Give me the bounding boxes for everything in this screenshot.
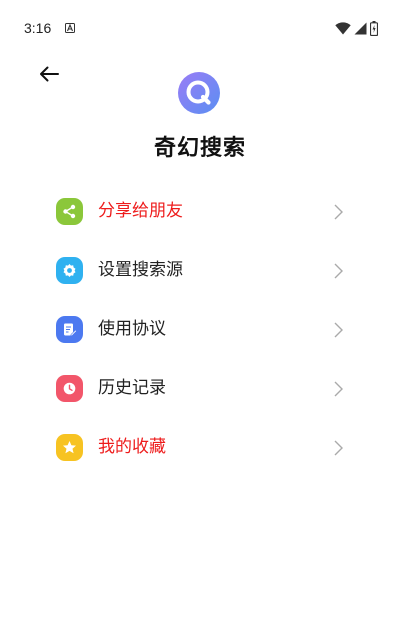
notification-a-icon <box>65 23 75 33</box>
settings-gear-icon <box>56 257 83 284</box>
chevron-right-icon <box>334 322 343 338</box>
cellular-signal-icon <box>354 22 367 34</box>
menu-item-share[interactable]: 分享给朋友 <box>0 183 400 242</box>
status-time: 3:16 <box>24 20 52 36</box>
menu-item-history[interactable]: 历史记录 <box>0 360 400 419</box>
status-icons <box>335 20 378 36</box>
app-screen: 3:16 奇幻搜索 分享给朋友 设置搜索源 使用协议 历史记录 我的收藏 <box>0 0 400 639</box>
chevron-right-icon <box>334 381 343 397</box>
chevron-right-icon <box>334 440 343 456</box>
wifi-icon <box>335 21 351 34</box>
menu-item-label: 我的收藏 <box>98 437 166 457</box>
menu-item-user-agreement[interactable]: 使用协议 <box>0 301 400 360</box>
menu-item-favorites[interactable]: 我的收藏 <box>0 419 400 478</box>
arrow-left-icon <box>40 66 59 82</box>
chevron-right-icon <box>334 204 343 220</box>
clock-icon <box>56 375 83 402</box>
document-edit-icon <box>56 316 83 343</box>
settings-menu: 分享给朋友 设置搜索源 使用协议 历史记录 我的收藏 <box>0 183 400 478</box>
search-logo-icon <box>178 72 220 114</box>
back-button[interactable] <box>35 62 63 86</box>
menu-item-search-source[interactable]: 设置搜索源 <box>0 242 400 301</box>
menu-item-label: 设置搜索源 <box>98 260 183 280</box>
menu-item-label: 历史记录 <box>98 378 166 398</box>
status-bar: 3:16 <box>0 0 400 54</box>
star-icon <box>56 434 83 461</box>
menu-item-label: 使用协议 <box>98 319 166 339</box>
chevron-right-icon <box>334 263 343 279</box>
menu-item-label: 分享给朋友 <box>98 201 183 221</box>
app-title: 奇幻搜索 <box>153 136 246 161</box>
battery-icon <box>370 20 378 36</box>
share-icon <box>56 198 83 225</box>
